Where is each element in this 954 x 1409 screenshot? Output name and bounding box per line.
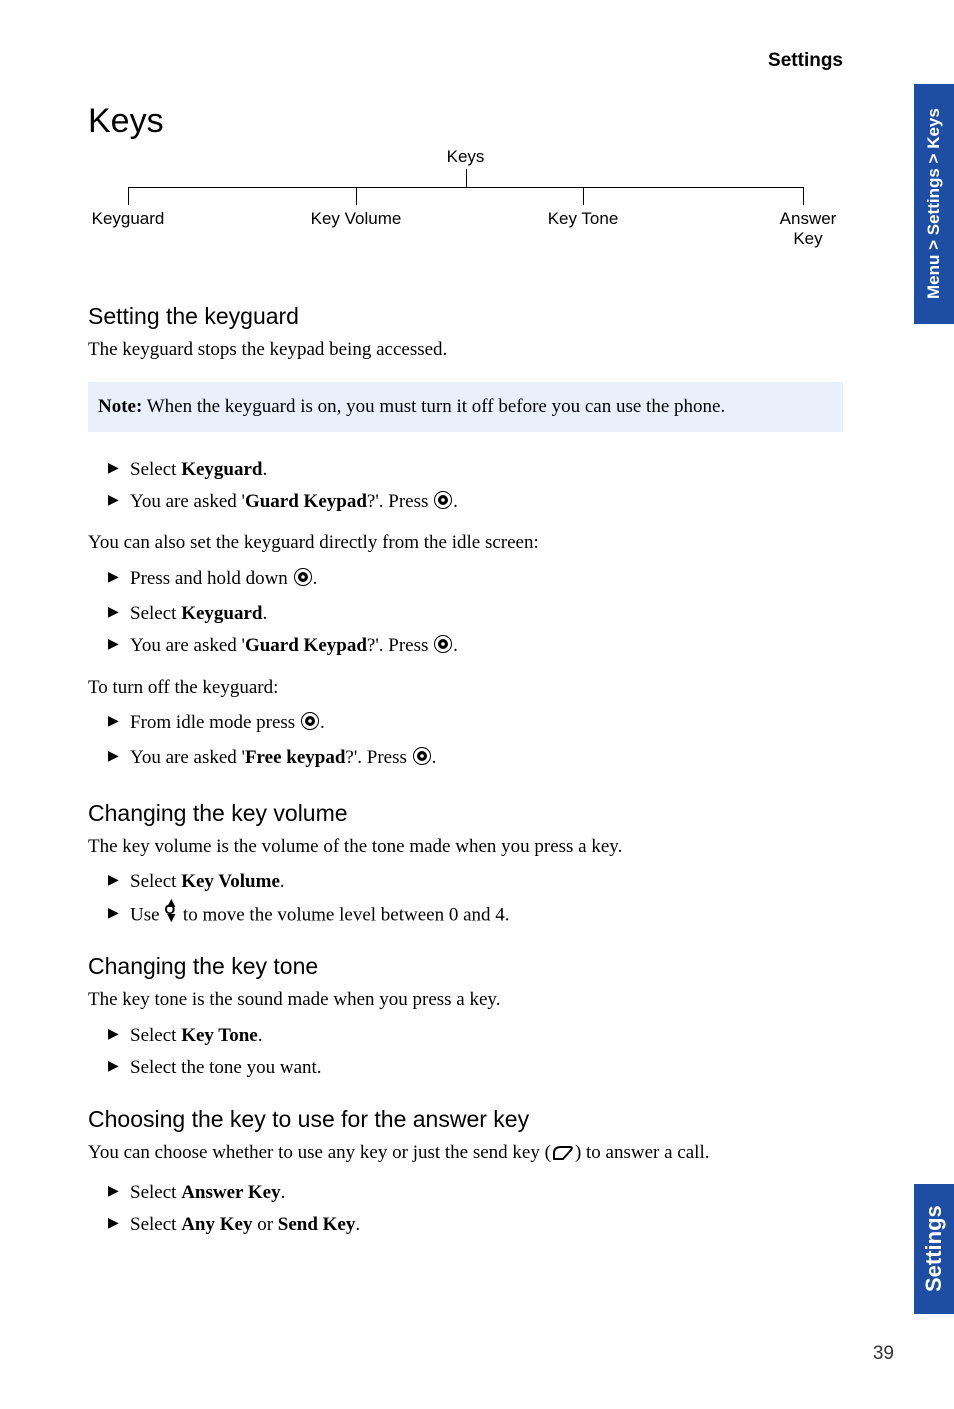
center-key-icon <box>433 489 453 521</box>
heading-keytone: Changing the key tone <box>88 953 843 980</box>
tree-leaf-keytone: Key Tone <box>538 209 628 229</box>
tree-root-label: Keys <box>447 147 485 167</box>
section-tab: Settings <box>914 1184 954 1314</box>
keyguard-idle-intro: You can also set the keyguard directly f… <box>88 529 843 557</box>
page-title: Keys <box>88 102 843 141</box>
step-idle-press: From idle mode press . <box>108 707 843 742</box>
step-free-keypad: You are asked 'Free keypad?'. Press . <box>108 742 843 777</box>
heading-answerkey: Choosing the key to use for the answer k… <box>88 1106 843 1133</box>
answerkey-intro: You can choose whether to use any key or… <box>88 1139 843 1171</box>
step-guard-keypad-2: You are asked 'Guard Keypad?'. Press . <box>108 630 843 665</box>
keyguard-note: Note: When the keyguard is on, you must … <box>88 382 843 432</box>
section-header: Settings <box>88 50 843 72</box>
tree-leaf-keyvolume: Key Volume <box>306 209 406 229</box>
step-select-keyguard-1: Select Keyguard. <box>108 454 843 486</box>
note-label: Note: <box>98 396 142 417</box>
step-select-answerkey: Select Answer Key. <box>108 1177 843 1209</box>
updown-icon: ▲O▼ <box>164 899 178 922</box>
step-updown-volume: Use ▲O▼ to move the volume level between… <box>108 899 843 932</box>
breadcrumb-tab: Menu > Settings > Keys <box>914 84 954 324</box>
center-key-icon <box>412 745 432 777</box>
step-select-keytone: Select Key Tone. <box>108 1020 843 1052</box>
keyvolume-intro: The key volume is the volume of the tone… <box>88 833 843 861</box>
tree-leaf-keyguard: Keyguard <box>88 209 168 229</box>
step-select-anykey-sendkey: Select Any Key or Send Key. <box>108 1209 843 1241</box>
keytone-intro: The key tone is the sound made when you … <box>88 986 843 1014</box>
nav-tree: Keys Keyguard Key Volume Key Tone Answer… <box>88 147 843 267</box>
heading-keyguard: Setting the keyguard <box>88 303 843 330</box>
page-number: 39 <box>873 1343 894 1365</box>
step-select-keyvolume: Select Key Volume. <box>108 866 843 898</box>
send-key-icon <box>551 1143 575 1171</box>
heading-keyvolume: Changing the key volume <box>88 800 843 827</box>
step-select-tone: Select the tone you want. <box>108 1052 843 1084</box>
center-key-icon <box>433 633 453 665</box>
step-guard-keypad-1: You are asked 'Guard Keypad?'. Press . <box>108 486 843 521</box>
keyguard-intro: The keyguard stops the keypad being acce… <box>88 336 843 364</box>
center-key-icon <box>293 566 313 598</box>
center-key-icon <box>300 710 320 742</box>
keyguard-off-intro: To turn off the keyguard: <box>88 674 843 702</box>
step-select-keyguard-2: Select Keyguard. <box>108 598 843 630</box>
tree-leaf-answerkey: AnswerKey <box>768 209 848 249</box>
note-body: When the keyguard is on, you must turn i… <box>142 396 725 417</box>
step-press-hold: Press and hold down . <box>108 563 843 598</box>
